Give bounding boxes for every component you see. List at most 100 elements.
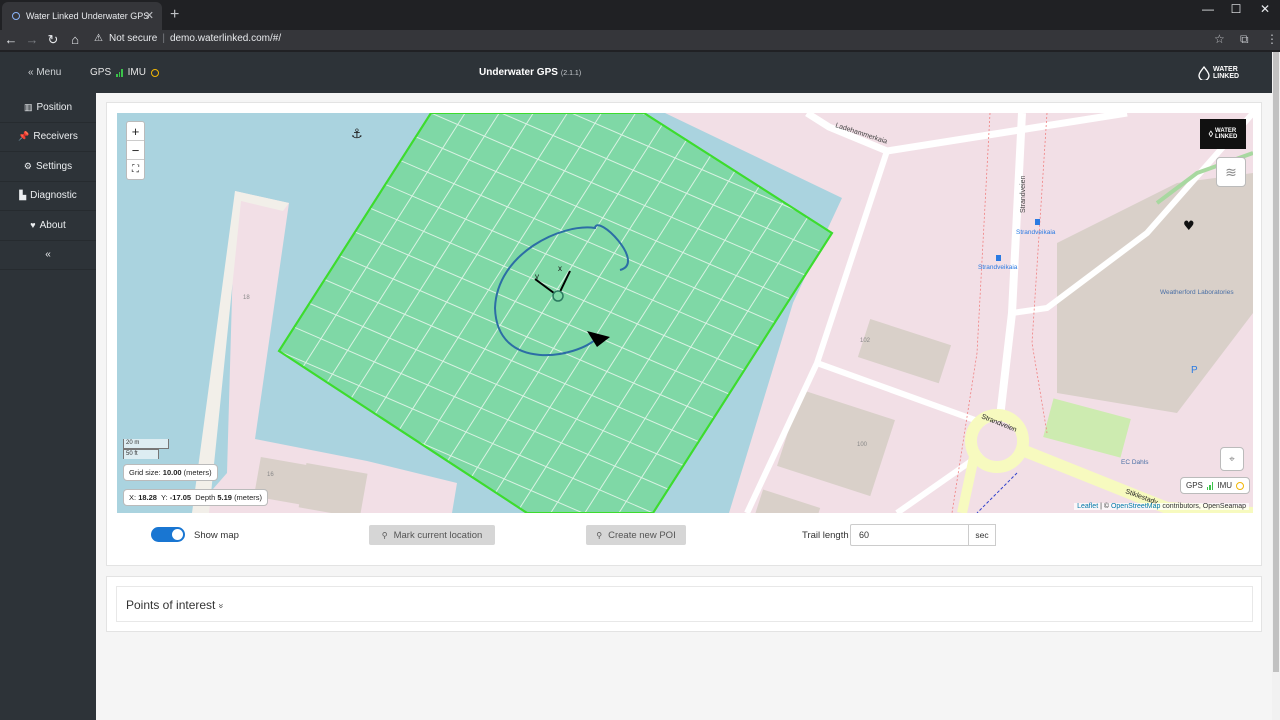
water-drop-icon (1198, 66, 1210, 80)
mark-location-button[interactable]: ⚲ Mark current location (369, 525, 495, 545)
map-view[interactable]: ⚓ ♥ Ladehammerkaia Strandveien Strandvei… (117, 113, 1253, 513)
tab-favicon-icon (12, 12, 20, 20)
poi-title: Points of interest (126, 598, 216, 612)
app-title-text: Underwater GPS (479, 67, 558, 78)
trail-length-input[interactable] (850, 524, 969, 546)
menu-label: Menu (36, 67, 62, 78)
grid-size-unit: (meters) (183, 468, 212, 477)
imu-warning-icon (1236, 481, 1245, 490)
page-scrollbar[interactable] (1272, 52, 1280, 720)
gears-icon: ⚙ (23, 160, 32, 171)
gps-label: GPS (90, 67, 112, 78)
poi-panel: Points of interest» (116, 586, 1253, 622)
poi-card: Points of interest» (106, 576, 1262, 632)
water-linked-logo: WATER LINKED (1198, 64, 1246, 82)
warning-icon: ⚠ (94, 33, 103, 44)
reload-icon[interactable]: ↻ (44, 32, 62, 48)
scale-meters: 20 m (123, 439, 169, 449)
sidebar-item-label: About (39, 219, 66, 231)
imu-warning-icon (150, 68, 159, 77)
badge-line2: LINKED (1215, 134, 1238, 140)
window-maximize-button[interactable]: ☐ (1221, 2, 1251, 16)
map-controls-bar: Show map ⚲ Mark current location ⚲ Creat… (107, 513, 1263, 567)
zoom-in-button[interactable]: + (127, 122, 144, 141)
sidebar-item-label: Position (36, 101, 73, 113)
attribution-text: contributors, OpenSeamap (1160, 503, 1246, 510)
sidebar-item-label: Receivers (33, 131, 78, 143)
sidebar-item-settings[interactable]: ⚙ Settings (0, 152, 96, 182)
browser-tab[interactable]: Water Linked Underwater GPS ✕ (2, 2, 162, 30)
trail-length-unit: sec (968, 524, 996, 546)
scale-feet: 50 ft (123, 449, 159, 459)
sidebar-item-receivers[interactable]: 📌 Receivers (0, 123, 96, 152)
sidebar-item-position[interactable]: ▥ Position (0, 93, 96, 123)
water-drop-icon: ◊ (1208, 129, 1214, 139)
y-value: -17.05 (169, 493, 192, 502)
trail-length-label: Trail length (802, 530, 849, 541)
scrollbar-thumb[interactable] (1273, 52, 1279, 672)
new-tab-button[interactable]: + (170, 6, 179, 24)
logo-line2: LINKED (1213, 73, 1240, 80)
bar-chart-icon: ▙ (19, 190, 27, 201)
position-unit: (meters) (234, 493, 262, 502)
back-icon[interactable]: ← (2, 32, 20, 47)
sidebar-item-label: Diagnostic (30, 190, 77, 202)
browser-menu-icon[interactable]: ⋮ (1266, 32, 1278, 46)
show-map-label: Show map (194, 530, 239, 541)
shop-label: EC Dahls (1121, 459, 1149, 466)
pushpin-icon: 📌 (18, 131, 30, 142)
forward-icon[interactable]: → (23, 32, 41, 47)
layers-button[interactable]: ≋ (1216, 157, 1246, 187)
home-icon[interactable]: ⌂ (66, 32, 84, 47)
browser-tab-bar: Water Linked Underwater GPS ✕ + — ☐ ✕ (0, 0, 1280, 30)
sidebar: ▥ Position 📌 Receivers ⚙ Settings ▙ Diag… (0, 93, 96, 720)
heart-marker-icon: ♥ (1183, 219, 1195, 234)
security-label: Not secure (108, 33, 158, 44)
url-divider: | (162, 33, 165, 44)
app-version: (2.1.1) (560, 70, 582, 77)
double-chevron-left-icon: « (28, 67, 34, 78)
signal-bars-icon (1206, 481, 1214, 490)
scale-bar: 20 m 50 ft (123, 439, 169, 459)
grid-size-info: Grid size: 10.00 (meters) (123, 464, 218, 481)
house-number: 18 (243, 295, 250, 301)
poi-header[interactable]: Points of interest» (126, 598, 227, 612)
map-icon: ▥ (23, 101, 33, 112)
url-field[interactable]: ⚠ Not secure | demo.waterlinked.com/#/ (94, 33, 281, 44)
building-label: Weatherford Laboratories (1160, 289, 1234, 296)
locator-icon (552, 290, 564, 302)
sidebar-item-about[interactable]: ♥ About (0, 211, 96, 241)
layers-icon: ≋ (1225, 163, 1237, 180)
zoom-out-button[interactable]: − (127, 141, 144, 160)
x-value: 18.28 (138, 493, 157, 502)
window-close-button[interactable]: ✕ (1250, 2, 1280, 16)
app-header: « Menu GPS IMU Underwater GPS (2.1.1) WAT… (0, 52, 1272, 93)
house-number: 100 (857, 442, 868, 448)
depth-label: Depth (195, 493, 216, 502)
sidebar-item-diagnostic[interactable]: ▙ Diagnostic (0, 182, 96, 211)
create-poi-button[interactable]: ⚲ Create new POI (586, 525, 686, 545)
street-label: Strandveien (1020, 176, 1027, 213)
extension-icon[interactable]: ⧉ (1240, 32, 1249, 47)
fullscreen-button[interactable]: ⛶ (127, 160, 144, 179)
chevron-down-icon: » (216, 603, 227, 609)
position-info: X: 18.28 Y: -17.05 Depth 5.19 (meters) (123, 489, 268, 506)
bookmark-star-icon[interactable]: ☆ (1214, 32, 1225, 46)
menu-toggle-button[interactable]: « Menu (28, 67, 61, 78)
recenter-button[interactable]: ⌖ (1220, 447, 1244, 471)
window-minimize-button[interactable]: — (1193, 2, 1223, 16)
openstreetmap-link[interactable]: OpenStreetMap (1111, 503, 1160, 510)
crosshair-icon: ⌖ (1229, 453, 1235, 465)
bus-stop-icon (996, 255, 1001, 261)
parking-icon: P (1191, 365, 1198, 376)
map-card: ⚓ ♥ Ladehammerkaia Strandveien Strandvei… (106, 102, 1262, 566)
gps-imu-status: GPS IMU (90, 67, 159, 78)
show-map-toggle[interactable] (151, 527, 185, 542)
create-poi-label: Create new POI (608, 529, 676, 541)
bus-stop-label: Strandveikaia (1016, 229, 1056, 236)
map-marker-icon: ⚲ (381, 530, 388, 540)
tab-close-icon[interactable]: ✕ (145, 9, 154, 22)
leaflet-link[interactable]: Leaflet (1077, 503, 1098, 510)
attribution-separator: | © (1098, 503, 1111, 510)
sidebar-collapse-button[interactable]: « (0, 241, 96, 270)
